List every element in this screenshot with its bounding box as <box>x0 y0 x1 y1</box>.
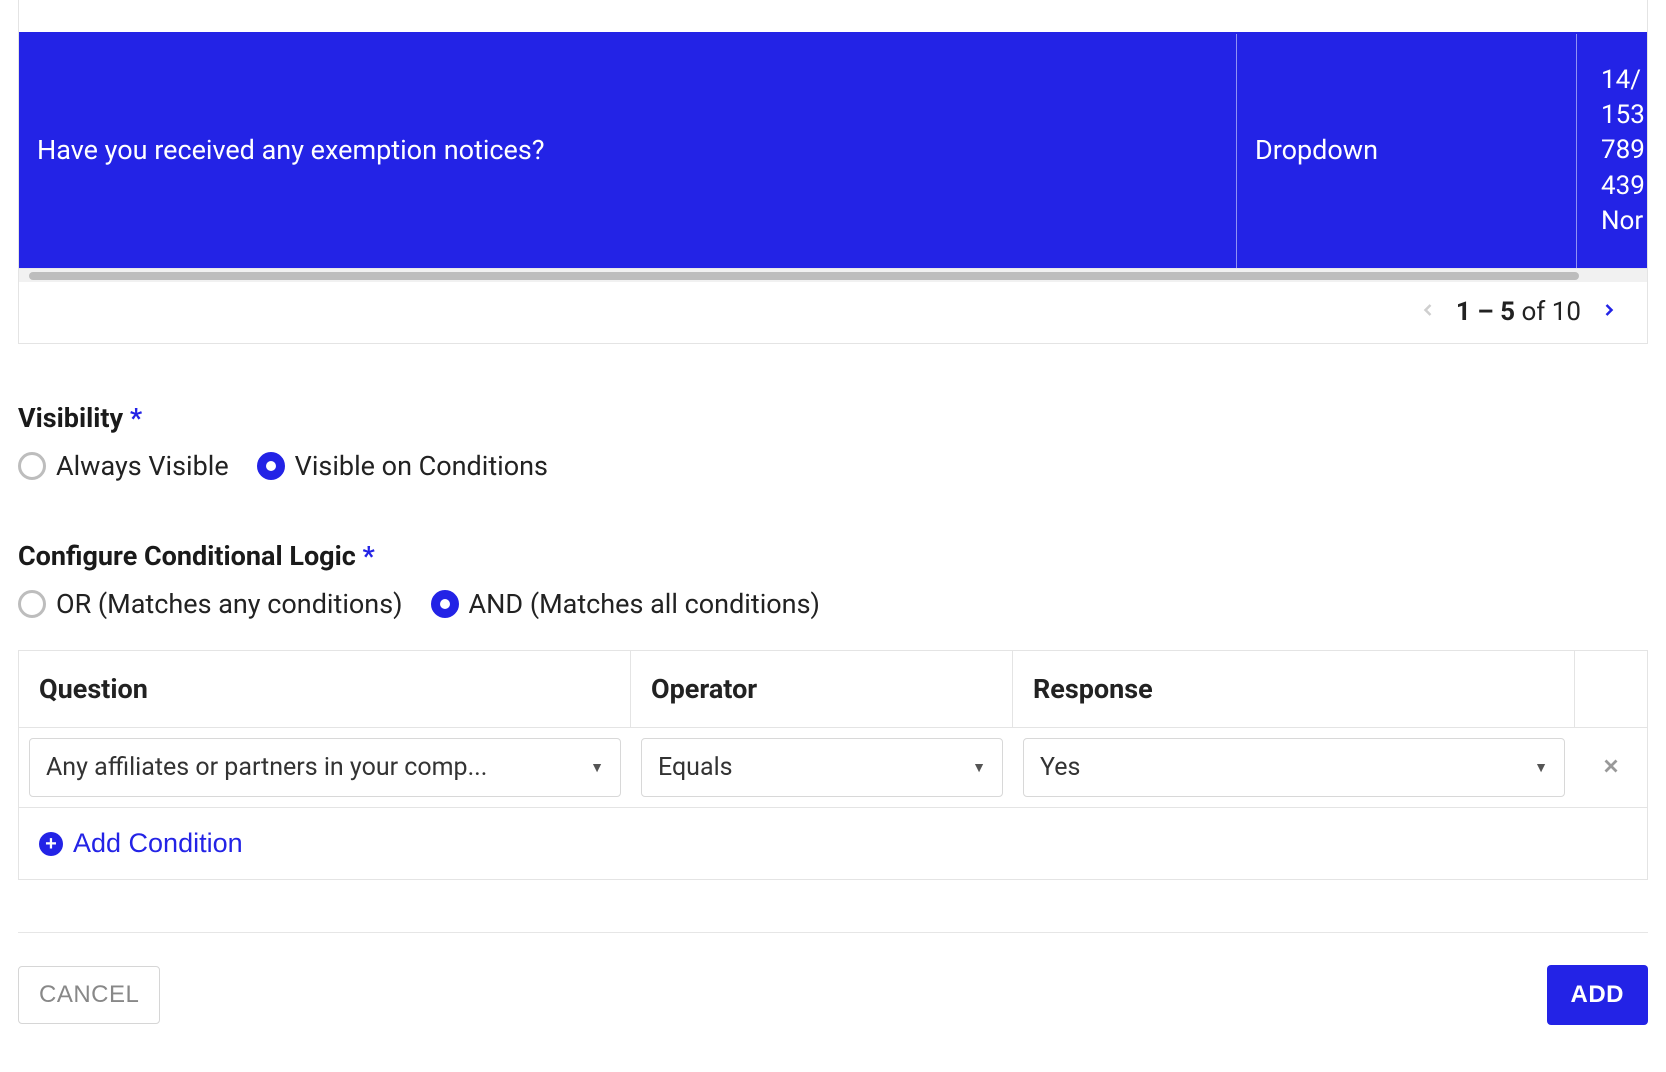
table-row-selected[interactable]: Have you received any exemption notices?… <box>19 34 1647 268</box>
radio-always-visible[interactable]: Always Visible <box>18 450 229 482</box>
condition-row: Any affiliates or partners in your comp.… <box>19 727 1647 807</box>
chevron-down-icon: ▼ <box>1534 759 1548 776</box>
add-button[interactable]: ADD <box>1547 965 1649 1025</box>
horizontal-scrollbar[interactable] <box>19 268 1647 282</box>
logic-radio-group: OR (Matches any conditions) AND (Matches… <box>18 588 1648 620</box>
radio-or[interactable]: OR (Matches any conditions) <box>18 588 403 620</box>
conditions-header: Question Operator Response <box>19 651 1647 727</box>
question-select[interactable]: Any affiliates or partners in your comp.… <box>29 738 621 797</box>
row-question: Have you received any exemption notices? <box>37 132 545 170</box>
row-values: 14/ 153 789 439 Nor <box>1577 34 1647 268</box>
operator-select[interactable]: Equals ▼ <box>641 738 1003 797</box>
row-type: Dropdown <box>1255 132 1378 170</box>
col-operator: Operator <box>631 651 1013 727</box>
pager-prev-button[interactable] <box>1414 296 1442 327</box>
footer-actions: CANCEL ADD <box>18 965 1648 1025</box>
radio-and[interactable]: AND (Matches all conditions) <box>431 588 820 620</box>
col-response: Response <box>1013 651 1575 727</box>
chevron-down-icon: ▼ <box>590 759 604 776</box>
col-actions <box>1575 651 1647 727</box>
add-condition-button[interactable]: + Add Condition <box>39 828 243 859</box>
table-row <box>19 0 1647 34</box>
chevron-down-icon: ▼ <box>972 759 986 776</box>
divider <box>18 932 1648 933</box>
visibility-label: Visibility * <box>18 402 1648 434</box>
cancel-button[interactable]: CANCEL <box>18 966 160 1024</box>
plus-circle-icon: + <box>39 832 63 856</box>
col-question: Question <box>19 651 631 727</box>
pagination: 1 – 5 of 10 <box>19 282 1647 343</box>
visibility-radio-group: Always Visible Visible on Conditions <box>18 450 1648 482</box>
conditions-table: Question Operator Response Any affiliate… <box>18 650 1648 880</box>
logic-label: Configure Conditional Logic * <box>18 540 1648 572</box>
question-table: Have you received any exemption notices?… <box>18 0 1648 344</box>
pager-range: 1 – 5 of 10 <box>1456 297 1581 327</box>
close-icon <box>1600 751 1622 784</box>
radio-visible-on-conditions[interactable]: Visible on Conditions <box>257 450 548 482</box>
pager-next-button[interactable] <box>1595 296 1623 327</box>
delete-condition-button[interactable] <box>1575 741 1647 794</box>
response-select[interactable]: Yes ▼ <box>1023 738 1565 797</box>
scrollbar-thumb[interactable] <box>29 272 1579 280</box>
